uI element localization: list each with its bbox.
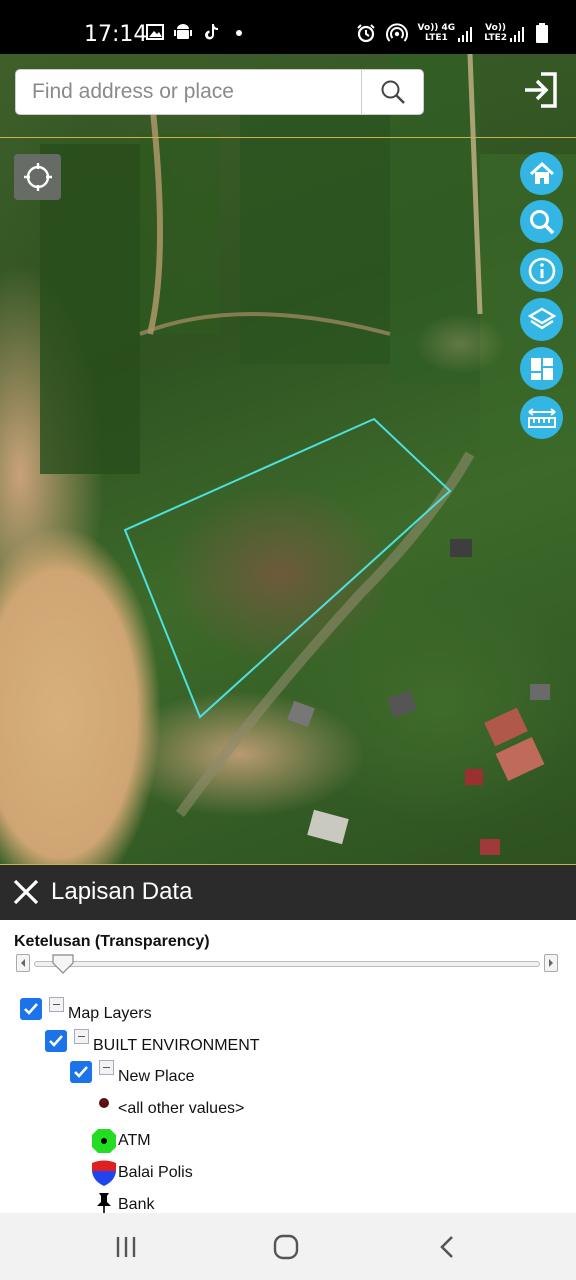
measure-button[interactable] xyxy=(520,396,563,439)
legend-label: Bank xyxy=(118,1196,155,1213)
home-icon xyxy=(529,161,554,184)
checkmark-icon xyxy=(74,1066,88,1078)
measure-icon xyxy=(527,407,556,428)
legend-label: Balai Polis xyxy=(118,1164,193,1181)
dot-icon xyxy=(99,1098,109,1108)
atm-icon xyxy=(92,1129,116,1153)
tree-row-map-layers: Map Layers xyxy=(20,996,152,1022)
home-nav-button[interactable] xyxy=(266,1233,306,1261)
dashboard-button[interactable] xyxy=(520,347,563,390)
address-search-bar xyxy=(15,69,424,115)
slider-track[interactable] xyxy=(34,961,540,967)
map-imagery xyxy=(40,54,576,855)
sim1-indicator: Vo)) 4G LTE1 xyxy=(418,23,475,43)
home-icon xyxy=(273,1234,299,1260)
triangle-left-icon xyxy=(21,959,25,967)
layers-button[interactable] xyxy=(520,298,563,341)
info-button[interactable] xyxy=(520,249,563,292)
slider-decrease-button[interactable] xyxy=(16,954,30,972)
home-button[interactable] xyxy=(520,152,563,195)
hotspot-icon xyxy=(385,23,408,42)
legend-item: Balai Polis xyxy=(90,1158,193,1188)
transparency-label: Ketelusan (Transparency) xyxy=(14,933,210,950)
search-tool-button[interactable] xyxy=(520,200,563,243)
slider-increase-button[interactable] xyxy=(544,954,558,972)
search-icon xyxy=(381,80,405,104)
header-divider xyxy=(0,137,576,138)
layers-panel: Ketelusan (Transparency) Map Layers BUIL… xyxy=(0,920,576,1213)
back-icon xyxy=(440,1236,453,1258)
satellite-map[interactable] xyxy=(0,54,576,864)
legend-label: <all other values> xyxy=(118,1100,245,1117)
new-place-checkbox[interactable] xyxy=(70,1061,92,1083)
image-icon xyxy=(146,24,164,40)
slider-thumb[interactable] xyxy=(52,954,74,974)
tree-label: New Place xyxy=(118,1068,195,1085)
recent-apps-button[interactable] xyxy=(106,1233,146,1261)
tree-label: Map Layers xyxy=(68,1005,152,1022)
layers-icon xyxy=(527,307,556,329)
checkmark-icon xyxy=(49,1035,63,1047)
panel-title: Lapisan Data xyxy=(51,878,193,905)
status-time: 17:14 xyxy=(84,22,148,47)
tree-label: BUILT ENVIRONMENT xyxy=(93,1037,260,1054)
locate-button[interactable] xyxy=(14,154,61,200)
alarm-icon xyxy=(356,24,375,43)
close-icon[interactable] xyxy=(12,878,40,906)
police-shield-icon xyxy=(92,1160,116,1186)
search-button[interactable] xyxy=(361,70,423,114)
recent-apps-icon xyxy=(116,1237,136,1257)
checkmark-icon xyxy=(24,1003,38,1015)
legend-item: <all other values> xyxy=(90,1094,244,1124)
triangle-right-icon xyxy=(549,959,553,967)
layers-panel-header: Lapisan Data xyxy=(0,864,576,920)
search-icon xyxy=(529,209,554,234)
built-environment-checkbox[interactable] xyxy=(45,1030,67,1052)
android-icon xyxy=(174,24,192,39)
pushpin-icon xyxy=(97,1193,111,1213)
dot-icon xyxy=(236,30,242,36)
signal-icon xyxy=(510,27,524,42)
collapse-toggle[interactable] xyxy=(49,996,64,1012)
battery-icon xyxy=(536,23,548,43)
sign-in-button[interactable] xyxy=(521,70,561,110)
dashboard-icon xyxy=(530,357,553,380)
tree-row-built-environment: BUILT ENVIRONMENT xyxy=(45,1028,260,1054)
map-layers-checkbox[interactable] xyxy=(20,998,42,1020)
info-icon xyxy=(528,257,555,284)
legend-item: Bank xyxy=(90,1190,154,1213)
status-bar: 17:14 Vo)) 4G LTE1 Vo)) LTE2 xyxy=(0,0,576,54)
collapse-toggle[interactable] xyxy=(99,1059,114,1075)
crosshair-icon xyxy=(23,163,52,191)
transparency-slider[interactable] xyxy=(16,954,559,974)
back-button[interactable] xyxy=(428,1233,468,1261)
legend-item: ATM xyxy=(90,1126,151,1156)
tree-row-new-place: New Place xyxy=(70,1059,194,1085)
tiktok-icon xyxy=(205,24,218,40)
collapse-toggle[interactable] xyxy=(74,1028,89,1044)
system-nav-bar xyxy=(0,1213,576,1280)
sign-in-icon xyxy=(525,72,557,108)
search-input[interactable] xyxy=(16,70,362,114)
sim2-indicator: Vo)) LTE2 xyxy=(484,23,526,43)
signal-icon xyxy=(458,27,473,42)
legend-label: ATM xyxy=(118,1132,151,1149)
